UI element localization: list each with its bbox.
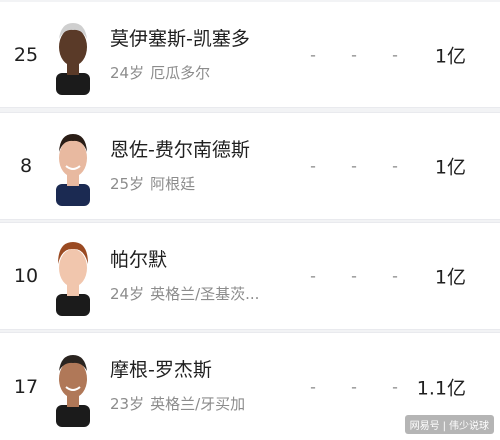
player-row[interactable]: 25 莫伊塞斯-凯塞多 24岁 厄瓜多尔 - - - 1亿 bbox=[0, 2, 500, 108]
stat-cell: - bbox=[351, 45, 357, 64]
player-name[interactable]: 恩佐-费尔南德斯 bbox=[110, 135, 250, 162]
player-age: 24岁 bbox=[110, 64, 145, 82]
stat-cell: - bbox=[310, 45, 316, 64]
player-age: 24岁 bbox=[110, 285, 145, 303]
player-name[interactable]: 莫伊塞斯-凯塞多 bbox=[110, 24, 250, 51]
player-value-list: 25 莫伊塞斯-凯塞多 24岁 厄瓜多尔 - - - 1亿 8 恩佐-费尔南德斯… bbox=[0, 0, 500, 440]
player-name[interactable]: 摩根-罗杰斯 bbox=[110, 355, 212, 382]
player-meta: 24岁 英格兰/圣基茨... bbox=[110, 283, 259, 304]
shirt-number: 8 bbox=[19, 155, 33, 177]
player-portrait-icon bbox=[56, 354, 90, 427]
market-value: 1.1亿 bbox=[416, 377, 466, 399]
player-meta: 23岁 英格兰/牙买加 bbox=[110, 393, 245, 414]
source-watermark: 网易号 | 伟少说球 bbox=[404, 415, 494, 434]
player-nationality: 英格兰/牙买加 bbox=[150, 395, 246, 413]
player-nationality: 阿根廷 bbox=[150, 175, 196, 193]
stat-cell: - bbox=[392, 377, 398, 396]
player-avatar bbox=[52, 347, 94, 427]
player-portrait-icon bbox=[56, 22, 90, 95]
watermark-author: 伟少说球 bbox=[449, 421, 489, 432]
shirt-number: 10 bbox=[13, 265, 39, 287]
stat-cell: - bbox=[351, 266, 357, 286]
player-portrait-icon bbox=[56, 242, 90, 316]
player-portrait-icon bbox=[56, 134, 90, 206]
stat-cell: - bbox=[392, 156, 398, 176]
market-value: 1亿 bbox=[434, 45, 466, 67]
player-avatar bbox=[52, 236, 94, 316]
stat-cell: - bbox=[310, 266, 316, 286]
stat-cell: - bbox=[392, 45, 398, 64]
player-meta: 24岁 厄瓜多尔 bbox=[110, 62, 210, 83]
player-name[interactable]: 帕尔默 bbox=[110, 245, 167, 272]
market-value: 1亿 bbox=[434, 266, 466, 289]
watermark-platform: 网易号 bbox=[409, 421, 440, 432]
shirt-number: 25 bbox=[13, 43, 39, 66]
stat-cell: - bbox=[351, 377, 357, 396]
shirt-number: 17 bbox=[13, 375, 39, 398]
player-avatar bbox=[52, 126, 94, 206]
watermark-separator: | bbox=[442, 421, 446, 432]
market-value: 1亿 bbox=[434, 156, 466, 179]
stat-cell: - bbox=[392, 266, 398, 286]
stat-cell: - bbox=[310, 377, 316, 396]
player-age: 23岁 bbox=[110, 395, 145, 413]
player-row[interactable]: 10 帕尔默 24岁 英格兰/圣基茨... - - - 1亿 bbox=[0, 222, 500, 330]
player-nationality: 英格兰/圣基茨... bbox=[150, 285, 260, 303]
player-row[interactable]: 8 恩佐-费尔南德斯 25岁 阿根廷 - - - 1亿 bbox=[0, 112, 500, 220]
player-meta: 25岁 阿根廷 bbox=[110, 173, 195, 194]
stat-cell: - bbox=[351, 156, 357, 176]
player-age: 25岁 bbox=[110, 175, 145, 193]
player-avatar bbox=[52, 15, 94, 95]
player-nationality: 厄瓜多尔 bbox=[150, 64, 211, 82]
stat-cell: - bbox=[310, 156, 316, 176]
